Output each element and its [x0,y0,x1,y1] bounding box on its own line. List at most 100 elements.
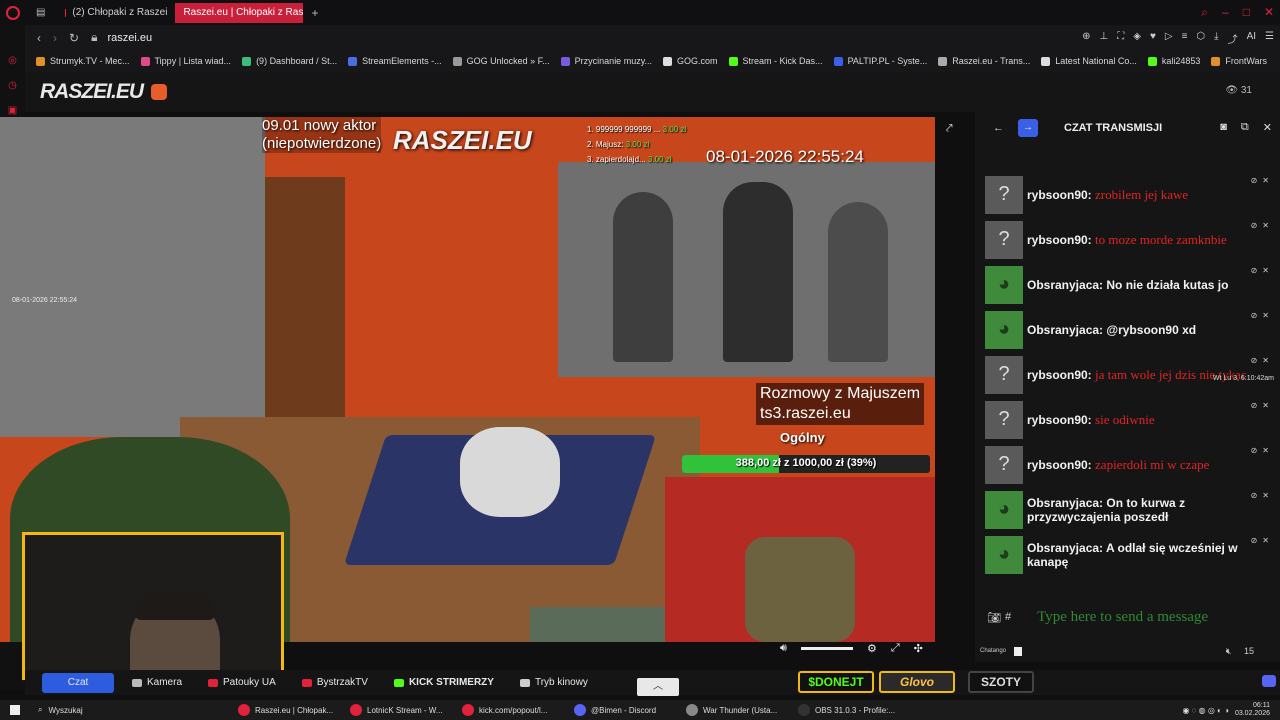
close-button[interactable]: ✕ [1264,5,1274,20]
message-moderation-icons[interactable]: ⊘✕ [1251,176,1274,185]
message-moderation-icons[interactable]: ⊘✕ [1251,401,1274,410]
bookmark-item[interactable]: Tippy | Lista wiad... [140,56,231,66]
taskbar-search[interactable]: ⌕ Wyszukaj [38,705,226,715]
chat-username[interactable]: rybsoon90: [1027,413,1092,427]
taskbar-app[interactable]: kick.com/popout/l... [462,704,562,716]
volume-slider[interactable] [800,646,853,650]
frog-avatar[interactable]: ◕ [985,490,1023,529]
workspaces-icon[interactable]: ▤ [36,7,45,18]
camera-icon[interactable]: 📷︎ [987,611,1001,624]
hash-icon[interactable]: # [1005,611,1011,623]
bookmark-item[interactable]: Przycinanie muzy... [560,56,652,66]
bookmark-item[interactable]: StreamElements -... [348,56,442,66]
message-moderation-icons[interactable]: ⊘✕ [1251,266,1274,275]
maximize-button[interactable]: □ [1243,5,1250,20]
default-avatar[interactable]: ? [985,355,1023,394]
chat-username[interactable]: rybsoon90: [1027,188,1092,202]
chat-message-input[interactable]: Type here to send a message [1037,609,1208,626]
bookmark-item[interactable]: Strumyk.TV - Mec... [36,56,130,66]
frog-avatar[interactable]: ◕ [985,265,1023,304]
screenshot-icon[interactable]: ⛶ [1117,31,1124,46]
extensions-icon[interactable]: ⬡ [1196,31,1205,46]
taskbar-app[interactable]: Raszei.eu | Chłopak... [238,704,338,716]
pin-icon[interactable]: ⊥ [1100,31,1109,46]
new-tab-button[interactable]: + [311,6,318,20]
chat-username[interactable]: Obsranyjaca: [1027,323,1103,337]
play-icon[interactable]: ▷ [1165,31,1173,46]
bookmark-item[interactable]: PALTIP.PL - Syste... [833,56,927,66]
donejt-button[interactable]: $DONEJT [798,671,874,693]
default-avatar[interactable]: ? [985,445,1023,484]
frog-avatar[interactable]: ◕ [985,310,1023,349]
bookmark-item[interactable]: Raszei.eu - Trans... [938,56,1030,66]
camera-button[interactable]: Kamera [124,673,190,693]
tab-raszei[interactable]: Raszei.eu | Chłopaki z Ras [175,2,304,23]
szoty-button[interactable]: SZOTY [968,671,1034,693]
bookmark-item[interactable]: Stream - Kick Das... [728,56,823,66]
message-moderation-icons[interactable]: ⊘✕ [1251,311,1274,320]
ai-icon[interactable]: AI [1247,31,1256,46]
rss-icon[interactable] [151,84,168,100]
chat-username[interactable]: rybsoon90: [1027,368,1092,382]
bookmark-item[interactable]: GOG.com [663,56,718,66]
bystrzak-button[interactable]: BystrzakTV [294,673,376,693]
chat-username[interactable]: Obsranyjaca: [1027,541,1103,555]
download-icon[interactable]: ⤓ [1214,31,1218,46]
reload-icon[interactable]: ↻ [69,31,79,45]
message-moderation-icons[interactable]: ⊘✕ [1251,356,1274,365]
taskbar-app[interactable]: OBS 31.0.3 - Profile:... [798,704,898,716]
patouky-button[interactable]: Patouky UA [200,673,284,693]
message-moderation-icons[interactable]: ⊘✕ [1251,536,1274,545]
arrow-right-button[interactable]: → [1018,119,1038,137]
zoom-icon[interactable]: ⊕ [1082,31,1090,46]
bookmark-item[interactable]: FrontWars [1211,56,1267,66]
site-logo[interactable]: RASZEI.EU [40,80,144,104]
lines-icon[interactable]: ≡ [1182,31,1188,46]
popout-icon[interactable]: ⧉ [1241,121,1249,134]
share-link-icon[interactable]: ⤤ [946,121,953,136]
back-icon[interactable]: ‹ [37,31,41,45]
chat-user-icon[interactable] [1014,646,1023,656]
fullscreen-icon[interactable]: ⤢ [891,642,900,655]
bookmark-item[interactable]: Latest National Co... [1041,56,1137,66]
message-moderation-icons[interactable]: ⊘✕ [1251,221,1274,230]
message-moderation-icons[interactable]: ⊘✕ [1251,446,1274,455]
discord-icon[interactable] [1262,675,1276,687]
arrow-left-icon[interactable]: ← [993,122,1004,134]
start-icon[interactable] [10,705,20,715]
wallet-icon[interactable]: ▣ [8,105,17,116]
volume-icon[interactable]: 🔊︎ [780,642,787,655]
taskbar-app[interactable]: @Bimen - Discord [574,704,674,716]
search-icon[interactable]: ⌕ [1201,5,1208,20]
minimize-button[interactable]: – [1222,5,1229,20]
mute-icon[interactable]: 🔇︎ [1226,646,1232,656]
discord-icon[interactable]: ◙ [1220,121,1227,134]
cinema-mode-button[interactable]: Tryb kinowy [512,673,596,693]
shield-icon[interactable]: ◈ [1133,31,1141,46]
chevron-up-icon[interactable]: ︿ [637,678,679,696]
url-field[interactable]: raszei.eu [107,32,152,44]
chat-username[interactable]: Obsranyjaca: [1027,278,1103,292]
opera-logo-icon[interactable] [6,5,20,20]
share-icon[interactable]: ⤴ [1228,31,1238,46]
bookmark-item[interactable]: kali24853 [1147,56,1200,66]
message-moderation-icons[interactable]: ⊘✕ [1251,491,1274,500]
settings-icon[interactable]: ⚙ [867,642,877,655]
messenger-icon[interactable]: ◎ [8,55,17,66]
chatango-label[interactable]: Chatango [980,648,1006,654]
heart-icon[interactable]: ♥ [1150,31,1156,46]
chat-button[interactable]: Czat [42,672,114,693]
tray-icons[interactable]: ◉ ◌ ◍ ◎ ◐ ◑ [1182,706,1228,715]
frog-avatar[interactable]: ◕ [985,535,1023,574]
glovo-button[interactable]: Glovo [879,671,955,693]
chat-username[interactable]: Obsranyjaca: [1027,496,1103,510]
default-avatar[interactable]: ? [985,175,1023,214]
taskbar-app[interactable]: War Thunder (Usta... [686,704,786,716]
history-icon[interactable]: ◷ [8,80,17,91]
chat-username[interactable]: rybsoon90: [1027,233,1092,247]
close-icon[interactable]: ✕ [1263,121,1272,134]
taskbar-app[interactable]: LotnicK Stream - W... [350,704,450,716]
forward-icon[interactable]: › [53,31,57,45]
pip-icon[interactable]: ✣ [914,642,923,655]
chat-username[interactable]: rybsoon90: [1027,458,1092,472]
